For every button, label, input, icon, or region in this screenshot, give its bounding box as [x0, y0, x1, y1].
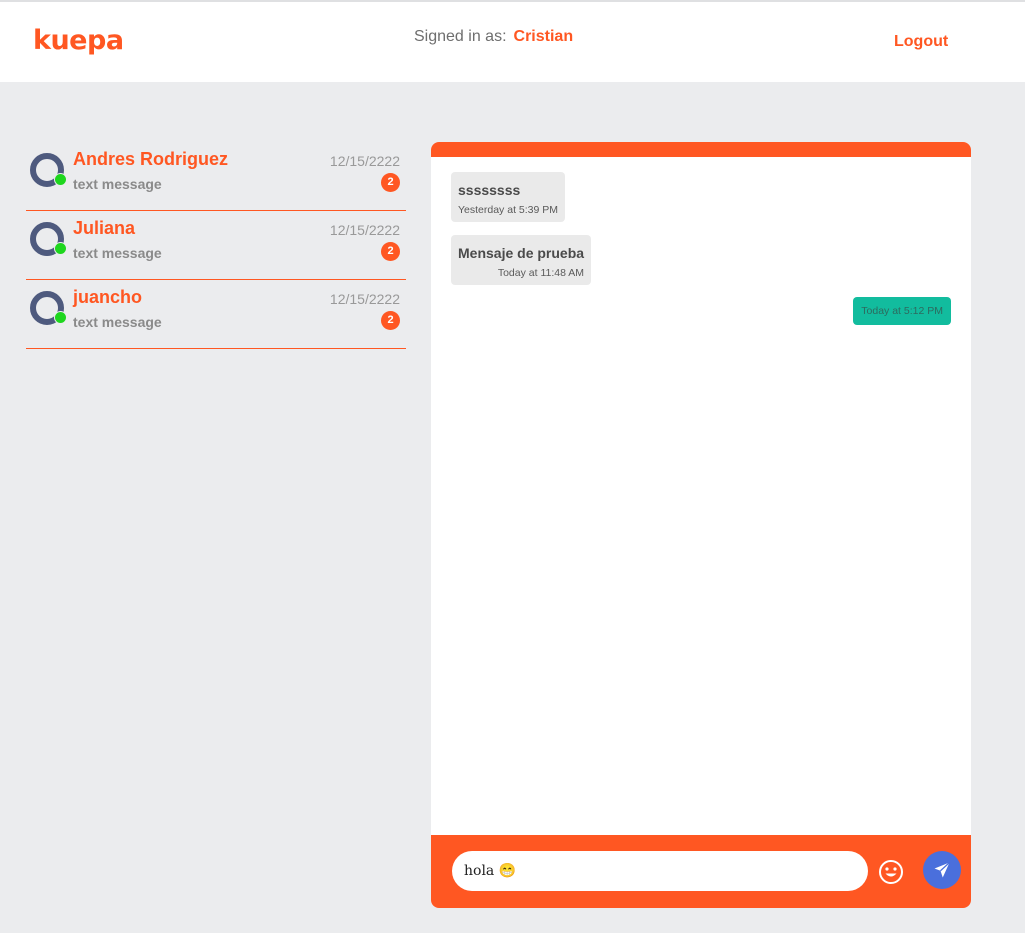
contact-preview: text message — [73, 245, 162, 261]
contact-item[interactable]: Juliana text message 12/15/2222 2 — [26, 211, 406, 280]
contact-date: 12/15/2222 — [329, 222, 400, 238]
contact-name: juancho — [73, 287, 143, 307]
contact-preview: text message — [73, 176, 162, 192]
online-indicator — [54, 311, 67, 324]
message-list[interactable]: ssssssss Yesterday at 5:39 PM Mensaje de… — [431, 157, 971, 835]
contact-date: 12/15/2222 — [329, 291, 400, 307]
contact-list: Andres Rodriguez text message 12/15/2222… — [26, 142, 406, 349]
chat-panel: ssssssss Yesterday at 5:39 PM Mensaje de… — [431, 142, 971, 908]
contact-preview: text message — [73, 314, 162, 330]
current-user-name: Cristian — [513, 28, 574, 45]
message-text: ssssssss — [458, 182, 521, 198]
unread-badge: 2 — [381, 311, 400, 330]
message-time: Today at 5:12 PM — [861, 305, 943, 317]
send-button[interactable] — [923, 851, 961, 889]
outgoing-message: Today at 5:12 PM — [853, 297, 951, 325]
smiley-icon[interactable] — [878, 859, 904, 885]
logout-button[interactable]: Logout — [894, 33, 948, 51]
message-text: Mensaje de prueba — [458, 245, 585, 261]
incoming-message: Mensaje de prueba Today at 11:48 AM — [451, 235, 592, 285]
contact-date: 12/15/2222 — [329, 153, 400, 169]
online-indicator — [54, 173, 67, 186]
kuepa-logo[interactable]: kuepa — [33, 24, 124, 58]
contact-name: Juliana — [73, 218, 136, 238]
contact-item[interactable]: juancho text message 12/15/2222 2 — [26, 280, 406, 349]
chat-header-bar — [431, 142, 971, 157]
online-indicator — [54, 242, 67, 255]
contact-name: Andres Rodriguez — [73, 149, 229, 169]
message-composer — [431, 835, 971, 908]
unread-badge: 2 — [381, 242, 400, 261]
message-time: Yesterday at 5:39 PM — [458, 204, 559, 216]
signed-in-label: Signed in as: — [414, 28, 507, 45]
contact-item[interactable]: Andres Rodriguez text message 12/15/2222… — [26, 142, 406, 211]
unread-badge: 2 — [381, 173, 400, 192]
incoming-message: ssssssss Yesterday at 5:39 PM — [451, 172, 566, 222]
app-header: kuepa Signed in as: Cristian Logout — [0, 2, 1025, 82]
signed-in-status: Signed in as: Cristian — [414, 28, 573, 46]
message-time: Today at 11:48 AM — [497, 267, 585, 279]
paper-plane-icon — [934, 862, 950, 878]
message-input[interactable] — [452, 851, 868, 891]
